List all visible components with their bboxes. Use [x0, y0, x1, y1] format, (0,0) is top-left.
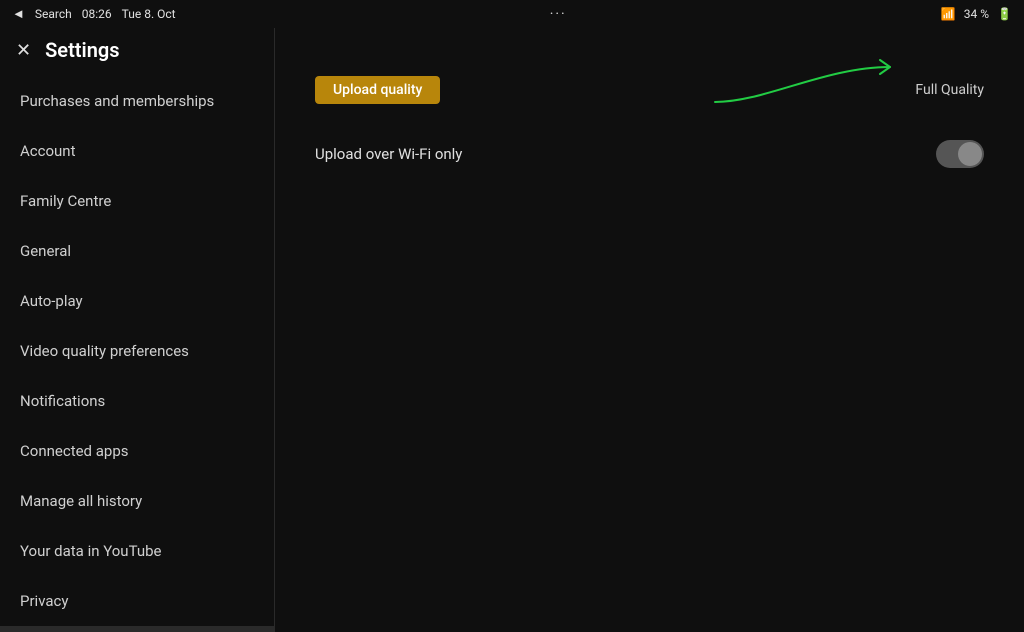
sidebar-item-video-quality[interactable]: Video quality preferences	[0, 326, 274, 376]
main-content: ✕ Settings Purchases and membershipsAcco…	[0, 28, 1024, 632]
status-dots: ···	[550, 6, 567, 22]
app-name: Search	[35, 7, 72, 21]
sidebar-item-family-centre[interactable]: Family Centre	[0, 176, 274, 226]
upload-wifi-toggle[interactable]	[936, 140, 984, 168]
sidebar-item-privacy[interactable]: Privacy	[0, 576, 274, 626]
sidebar-item-manage-history[interactable]: Manage all history	[0, 476, 274, 526]
sidebar: ✕ Settings Purchases and membershipsAcco…	[0, 28, 275, 632]
battery-label: 34 %	[964, 7, 989, 21]
sidebar-nav: Purchases and membershipsAccountFamily C…	[0, 76, 274, 632]
sidebar-item-notifications[interactable]: Notifications	[0, 376, 274, 426]
upload-quality-right: Full Quality	[915, 82, 984, 98]
status-bar: ◄ Search 08:26 Tue 8. Oct ··· 📶 34 % 🔋	[0, 0, 1024, 28]
sidebar-item-your-data[interactable]: Your data in YouTube	[0, 526, 274, 576]
status-date: Tue 8. Oct	[122, 7, 176, 21]
sidebar-item-account[interactable]: Account	[0, 126, 274, 176]
close-icon[interactable]: ✕	[16, 40, 31, 61]
upload-quality-row: Upload quality Full Quality	[315, 58, 984, 122]
upload-wifi-row: Upload over Wi-Fi only	[315, 122, 984, 186]
sidebar-item-connected-apps[interactable]: Connected apps	[0, 426, 274, 476]
sidebar-title: Settings	[45, 38, 119, 62]
sidebar-item-general[interactable]: General	[0, 226, 274, 276]
status-right: 📶 34 % 🔋	[941, 7, 1012, 21]
full-quality-label: Full Quality	[915, 82, 984, 98]
toggle-knob	[958, 142, 982, 166]
wifi-icon: 📶	[941, 7, 956, 21]
sidebar-item-auto-play[interactable]: Auto-play	[0, 276, 274, 326]
back-arrow-icon: ◄	[12, 6, 25, 22]
sidebar-item-upload[interactable]: Upload	[0, 626, 274, 632]
settings-panel: Upload quality Full Quality Upload over …	[275, 28, 1024, 632]
upload-wifi-label: Upload over Wi-Fi only	[315, 145, 462, 163]
battery-icon: 🔋	[997, 7, 1012, 21]
sidebar-header: ✕ Settings	[0, 28, 274, 76]
upload-quality-badge[interactable]: Upload quality	[315, 76, 440, 104]
sidebar-item-purchases[interactable]: Purchases and memberships	[0, 76, 274, 126]
status-left: ◄ Search 08:26 Tue 8. Oct	[12, 6, 176, 22]
status-time: 08:26	[82, 7, 112, 21]
annotation-arrow	[705, 52, 905, 116]
